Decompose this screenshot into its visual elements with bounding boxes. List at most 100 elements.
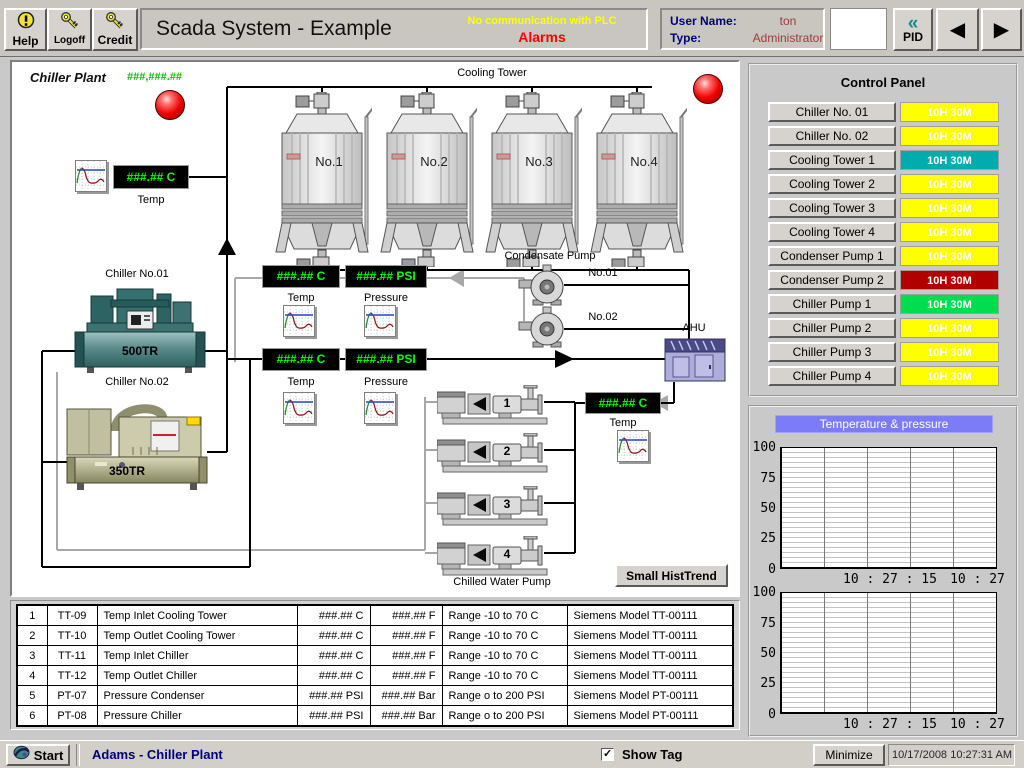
user-type-label: Type:	[670, 31, 701, 45]
control-button-chiller-pump-1[interactable]: Chiller Pump 1	[768, 294, 896, 314]
chilled-water-pump-label: Chilled Water Pump	[432, 576, 572, 588]
table-row: 2TT-10Temp Outlet Cooling Tower###.## C#…	[17, 626, 733, 646]
arrow-right-icon: ▶	[994, 18, 1009, 42]
chilled-water-pump-3	[437, 486, 547, 525]
x-tick: 10 : 27	[935, 572, 1020, 587]
chiller-2-label: Chiller No.02	[82, 376, 192, 388]
runtime-badge: 10H 30M	[900, 150, 999, 170]
y-tick: 25	[750, 531, 776, 546]
trend-icon[interactable]	[364, 392, 396, 424]
y-tick: 100	[750, 585, 776, 600]
help-icon	[17, 12, 35, 35]
minimize-button[interactable]: Minimize	[813, 744, 885, 766]
cooling-tower-4	[591, 92, 688, 268]
flow-arrow-left-gray	[449, 269, 464, 287]
logoff-button[interactable]: Logoff	[47, 8, 92, 51]
start-label: Start	[34, 748, 64, 763]
chilled-water-pump-4	[437, 536, 547, 575]
y-tick: 50	[750, 646, 776, 661]
table-row: 5PT-07Pressure Condenser###.## PSI###.##…	[17, 686, 733, 706]
trend-icon[interactable]	[283, 305, 315, 337]
alarm-sphere-icon	[155, 90, 185, 120]
chiller-2-capacity: 350TR	[109, 464, 145, 478]
alarms-text: Alarms	[442, 29, 642, 46]
control-button-cooling-tower-4[interactable]: Cooling Tower 4	[768, 222, 896, 242]
logoff-label: Logoff	[54, 34, 85, 47]
start-icon	[13, 745, 30, 765]
alarm-sphere-icon-2	[693, 74, 723, 104]
toolbar: Help Logoff Credit Scada System - Exampl…	[0, 0, 1024, 57]
show-tag-checkbox[interactable]	[601, 748, 614, 761]
table-row: 6PT-08Pressure Chiller###.## PSI###.## B…	[17, 706, 733, 727]
user-name-value: ton	[748, 14, 828, 28]
prev-page-button[interactable]: ◀	[936, 8, 979, 51]
trend-icon[interactable]	[364, 305, 396, 337]
table-row: 1TT-09Temp Inlet Cooling Tower###.## C##…	[17, 605, 733, 626]
table-row: 3TT-11Temp Inlet Chiller###.## C###.## F…	[17, 646, 733, 666]
control-button-chiller-pump-2[interactable]: Chiller Pump 2	[768, 318, 896, 338]
supply-temp-display: ###.## C	[585, 392, 661, 414]
flow-arrow-up	[218, 238, 236, 255]
taskbar: Start Adams - Chiller Plant Show Tag Min…	[0, 740, 1024, 768]
pump-2-number: 2	[504, 444, 511, 458]
control-button-cooling-tower-3[interactable]: Cooling Tower 3	[768, 198, 896, 218]
start-button[interactable]: Start	[6, 744, 70, 766]
y-tick: 0	[750, 707, 776, 722]
control-button-chiller-pump-4[interactable]: Chiller Pump 4	[768, 366, 896, 386]
small-histtrend-label: Small HistTrend	[626, 569, 717, 583]
runtime-badge: 10H 30M	[900, 318, 999, 338]
condenser-pressure-label: Pressure	[353, 292, 419, 304]
chiller-plant-diagram: No.1 No.2 No.3 No.4	[10, 60, 740, 597]
cooling-tower-3	[486, 92, 583, 268]
runtime-badge: 10H 30M	[900, 270, 999, 290]
control-button-cooling-tower-1[interactable]: Cooling Tower 1	[768, 150, 896, 170]
pid-button[interactable]: « PID	[893, 8, 933, 51]
trend-icon[interactable]	[283, 392, 315, 424]
condensate-pump-2-label: No.02	[573, 311, 633, 323]
plant-value: ###,###.##	[127, 71, 182, 83]
tower-4-label: No.4	[630, 154, 657, 169]
next-page-button[interactable]: ▶	[981, 8, 1022, 51]
trend-icon[interactable]	[617, 430, 649, 462]
runtime-badge: 10H 30M	[900, 174, 999, 194]
temperature-trend-chart	[780, 447, 997, 569]
condensate-pump-label: Condensate Pump	[490, 250, 610, 262]
control-button-condenser-pump-1[interactable]: Condenser Pump 1	[768, 246, 896, 266]
sensor-table: 1TT-09Temp Inlet Cooling Tower###.## C##…	[16, 604, 734, 727]
control-button-chiller-2[interactable]: Chiller No. 02	[768, 126, 896, 146]
page-title: Scada System - Example	[156, 17, 392, 41]
trend-panel: Temperature & pressure 100 75 50 25 0 10…	[748, 405, 1018, 737]
condenser-pressure-display: ###.## PSI	[345, 265, 427, 288]
x-tick: 10 : 27 : 15	[835, 572, 945, 587]
control-button-cooling-tower-2[interactable]: Cooling Tower 2	[768, 174, 896, 194]
runtime-badge: 10H 30M	[900, 102, 999, 122]
temp-display-label: Temp	[121, 194, 181, 206]
chilled-temp-label: Temp	[271, 376, 331, 388]
sensor-table-panel: 1TT-09Temp Inlet Cooling Tower###.## C##…	[10, 600, 740, 730]
table-row: 4TT-12Temp Outlet Chiller###.## C###.## …	[17, 666, 733, 686]
y-tick: 75	[750, 471, 776, 486]
control-panel-title: Control Panel	[750, 75, 1016, 90]
trend-panel-title: Temperature & pressure	[775, 415, 993, 433]
chilled-pressure-display: ###.## PSI	[345, 348, 427, 371]
condensate-pump-2	[519, 307, 563, 347]
control-button-chiller-1[interactable]: Chiller No. 01	[768, 102, 896, 122]
y-tick: 75	[750, 616, 776, 631]
trend-icon[interactable]	[75, 160, 107, 192]
user-info-box: User Name:ton Type:Administrator	[660, 8, 825, 50]
credit-button[interactable]: Credit	[92, 8, 138, 51]
tower-1-label: No.1	[315, 154, 342, 169]
control-button-chiller-pump-3[interactable]: Chiller Pump 3	[768, 342, 896, 362]
scada-screen: Help Logoff Credit Scada System - Exampl…	[0, 0, 1024, 768]
chilled-water-pump-1	[437, 385, 547, 424]
show-tag-label: Show Tag	[622, 747, 682, 762]
help-button[interactable]: Help	[4, 8, 47, 51]
chilled-temp-display: ###.## C	[262, 348, 340, 371]
ahu-graphic	[665, 339, 725, 381]
runtime-badge: 10H 30M	[900, 246, 999, 266]
control-button-condenser-pump-2[interactable]: Condenser Pump 2	[768, 270, 896, 290]
small-histtrend-button[interactable]: Small HistTrend	[615, 564, 728, 587]
y-tick: 50	[750, 501, 776, 516]
time-text: 10:27:31 AM	[950, 749, 1012, 761]
chiller-1-label: Chiller No.01	[82, 268, 192, 280]
